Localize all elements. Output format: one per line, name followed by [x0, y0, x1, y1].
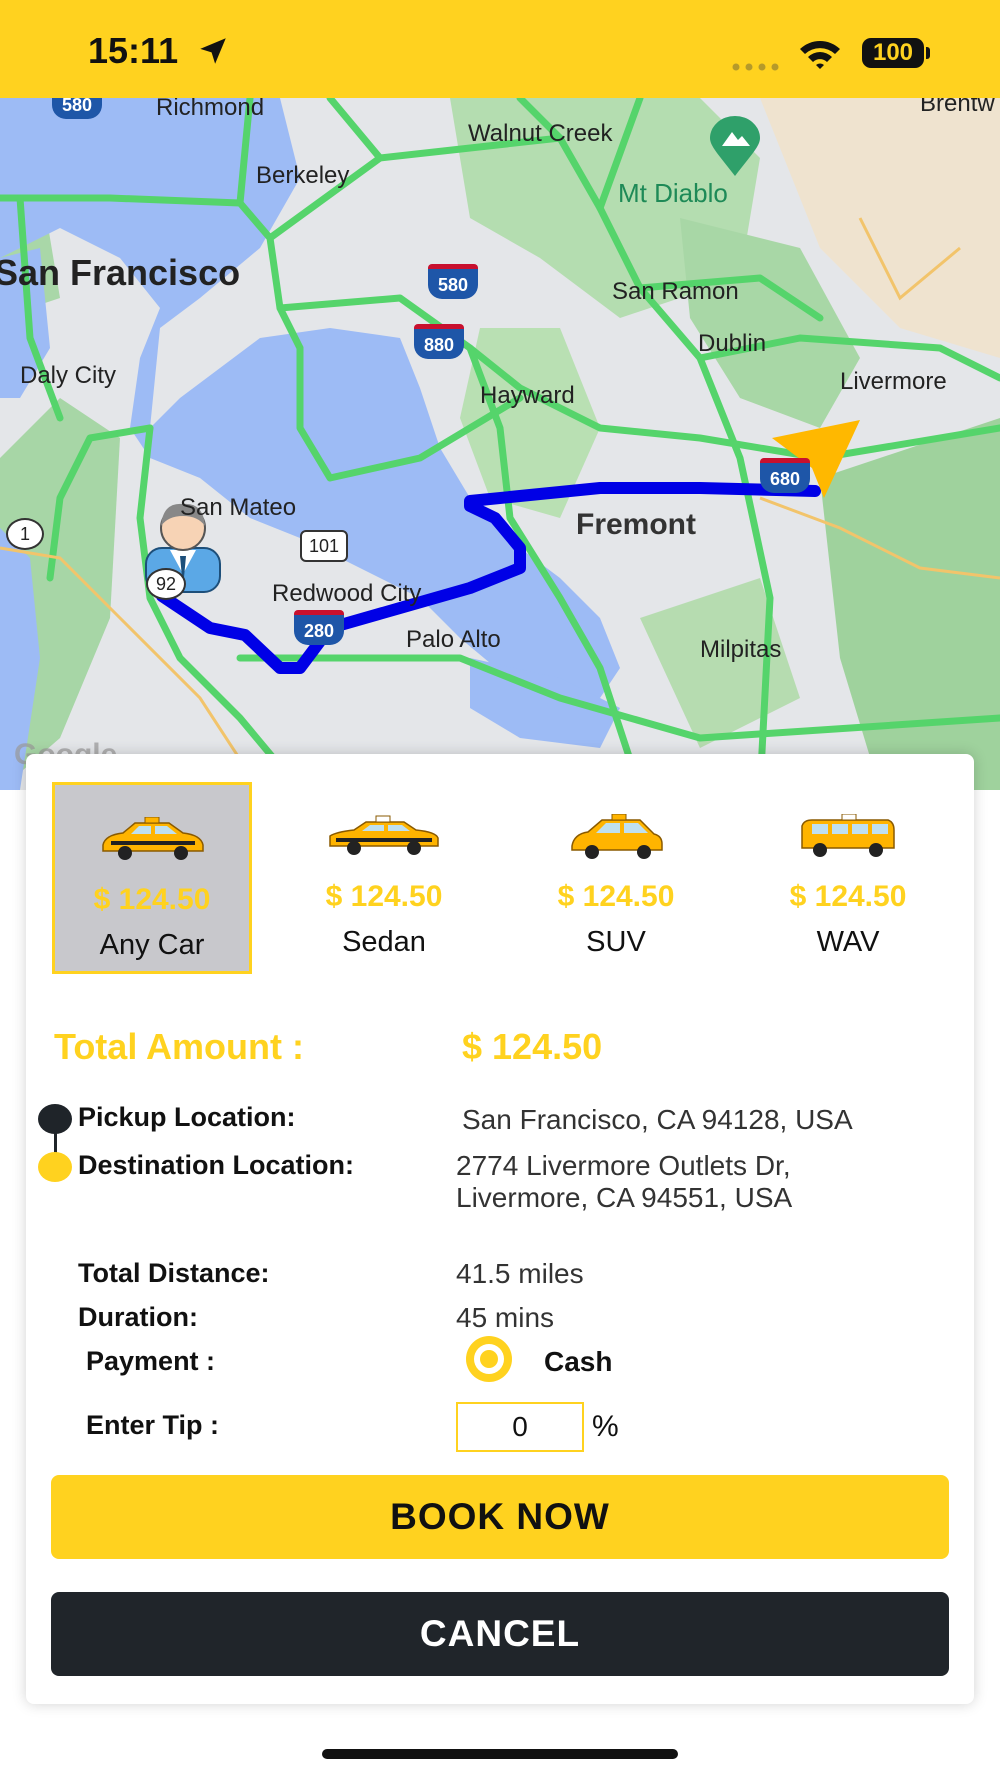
total-amount-value: $ 124.50 — [462, 1026, 603, 1067]
map-label-san-mateo: San Mateo — [180, 494, 297, 521]
map-label-brentwood: Brentw — [920, 98, 995, 117]
tip-percent-unit: % — [592, 1410, 619, 1443]
highway-shield-680: 680 — [760, 458, 810, 493]
highway-shield-92: 92 — [146, 568, 186, 600]
highway-shield-880: 880 — [414, 324, 464, 359]
wifi-icon — [798, 38, 842, 75]
vehicle-name: Sedan — [342, 926, 426, 958]
vehicle-price: $ 124.50 — [325, 880, 443, 913]
map-label-palo-alto: Palo Alto — [406, 626, 501, 653]
pickup-label: Pickup Location: — [78, 1102, 296, 1132]
highway-shield-580-top: 580 — [52, 98, 102, 119]
payment-cash-label[interactable]: Cash — [544, 1346, 612, 1378]
vehicle-price: $ 124.50 — [93, 883, 211, 916]
vehicle-name: WAV — [816, 926, 880, 958]
destination-value-line2: Livermore, CA 94551, USA — [456, 1182, 793, 1213]
destination-label: Destination Location: — [78, 1150, 354, 1180]
map-label-walnut-creek: Walnut Creek — [468, 120, 613, 147]
taxi-suv-icon — [568, 813, 664, 865]
map-label-redwood-city: Redwood City — [272, 580, 422, 607]
vehicle-price: $ 124.50 — [789, 880, 907, 913]
status-bar: 15:11 100 — [0, 0, 1000, 98]
tip-label: Enter Tip : — [86, 1410, 220, 1440]
map-label-san-francisco: San Francisco — [0, 252, 241, 293]
home-indicator[interactable] — [322, 1749, 678, 1759]
map-label-daly-city: Daly City — [20, 362, 117, 389]
status-time: 15:11 — [88, 30, 179, 71]
location-arrow-icon — [196, 34, 230, 73]
pickup-value: San Francisco, CA 94128, USA — [462, 1104, 853, 1135]
duration-label: Duration: — [78, 1302, 198, 1332]
distance-label: Total Distance: — [78, 1258, 270, 1288]
destination-dot-icon — [38, 1152, 72, 1182]
vehicle-option-any-car[interactable]: $ 124.50 Any Car — [52, 782, 252, 974]
vehicle-name: SUV — [586, 926, 646, 958]
route-connector — [54, 1132, 57, 1154]
vehicle-option-sedan[interactable]: $ 124.50 Sedan — [284, 782, 484, 974]
map-label-fremont: Fremont — [576, 508, 696, 541]
highway-shield-101: 101 — [300, 530, 348, 562]
map-label-berkeley: Berkeley — [256, 162, 350, 189]
map-label-mt-diablo: Mt Diablo — [618, 178, 728, 208]
distance-value: 41.5 miles — [456, 1258, 584, 1289]
taxi-any-car-icon — [97, 816, 207, 866]
map-label-san-ramon: San Ramon — [612, 278, 739, 305]
cancel-button[interactable]: CANCEL — [51, 1592, 949, 1676]
battery-icon: 100 — [862, 38, 924, 68]
duration-value: 45 mins — [456, 1302, 555, 1333]
taxi-wav-icon — [798, 813, 898, 863]
map-label-richmond: Richmond — [156, 98, 265, 121]
map-label-hayward: Hayward — [480, 382, 575, 409]
tip-input[interactable] — [456, 1402, 584, 1452]
booking-panel: $ 124.50 Any Car $ 124.50 Sedan $ 124.50… — [26, 754, 974, 1704]
cash-radio-button[interactable] — [466, 1336, 512, 1382]
destination-value-line1: 2774 Livermore Outlets Dr, — [456, 1150, 791, 1181]
map-label-milpitas: Milpitas — [700, 636, 782, 663]
map-view[interactable]: Richmond Walnut Creek Brentw Berkeley Mt… — [0, 98, 1000, 790]
pickup-dot-icon — [38, 1104, 72, 1134]
vehicle-name: Any Car — [99, 929, 205, 961]
book-now-button[interactable]: BOOK NOW — [51, 1475, 949, 1559]
taxi-sedan-icon — [326, 814, 442, 863]
highway-shield-580: 580 — [428, 264, 478, 299]
vehicle-option-suv[interactable]: $ 124.50 SUV — [516, 782, 716, 974]
battery-tip — [926, 47, 930, 59]
vehicle-price: $ 124.50 — [557, 880, 675, 913]
map-graphics — [0, 98, 1000, 790]
vehicle-option-wav[interactable]: $ 124.50 WAV — [748, 782, 948, 974]
highway-shield-1: 1 — [6, 518, 44, 550]
highway-shield-280: 280 — [294, 610, 344, 645]
map-label-dublin: Dublin — [698, 330, 767, 357]
signal-dots-icon — [732, 58, 784, 76]
payment-label: Payment : — [86, 1346, 216, 1376]
map-label-livermore: Livermore — [840, 368, 947, 395]
total-amount-label: Total Amount : — [54, 1026, 304, 1067]
